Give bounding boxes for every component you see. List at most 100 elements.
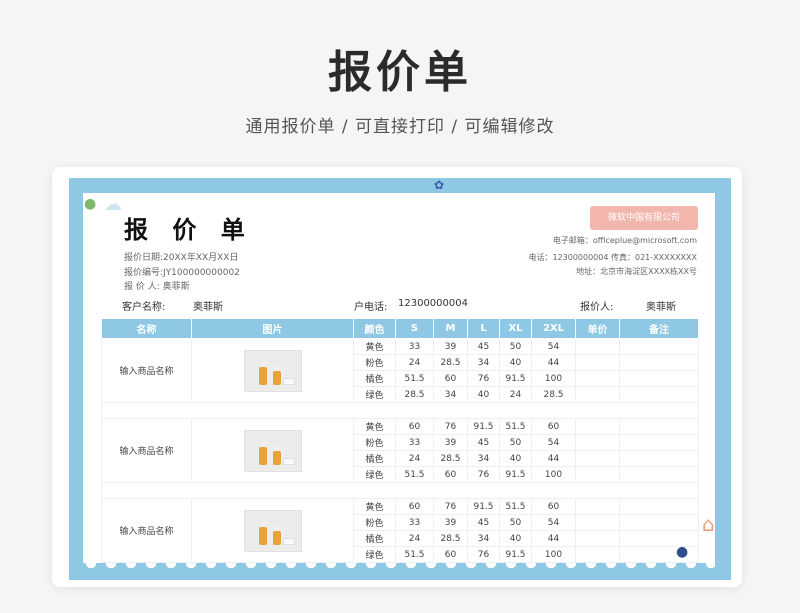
quote-person: 报 价 人: 奥菲斯 — [124, 282, 190, 292]
color-cell: 橘色 — [353, 450, 396, 467]
size-value-cell: 34 — [467, 450, 500, 467]
product-image — [243, 509, 302, 552]
size-value-cell: 51.5 — [395, 370, 434, 387]
phone-info: 电话：12300000004 传真：021-XXXXXXXX — [528, 253, 697, 262]
size-value-cell: 45 — [467, 434, 500, 451]
size-value-cell: 91.5 — [499, 466, 532, 483]
remarks-cell[interactable] — [619, 546, 699, 563]
unit-price-cell[interactable] — [575, 498, 620, 515]
size-value-cell: 28.5 — [433, 354, 468, 371]
header-m: M — [433, 318, 468, 339]
size-value-cell: 28.5 — [395, 386, 434, 403]
size-value-cell: 40 — [499, 450, 532, 467]
unit-price-cell[interactable] — [575, 338, 620, 355]
header-name: 名称 — [101, 318, 192, 339]
table-row: 输入商品名称 黄色 60 76 91.5 51.5 60 — [101, 418, 699, 483]
size-value-cell: 24 — [499, 386, 532, 403]
size-value-cell: 34 — [467, 530, 500, 547]
unit-price-cell[interactable] — [575, 450, 620, 467]
header-image: 图片 — [191, 318, 354, 339]
company-button[interactable]: 微软中国有限公司 — [590, 206, 698, 230]
group-spacer — [101, 482, 699, 499]
unit-price-cell[interactable] — [575, 418, 620, 435]
size-value-cell: 40 — [499, 354, 532, 371]
size-value-cell: 76 — [433, 498, 468, 515]
hero-title: 报价单 — [328, 47, 472, 98]
header-color: 颜色 — [353, 318, 396, 339]
table-row: 输入商品名称 黄色 33 39 45 50 54 — [101, 338, 699, 403]
unit-price-cell[interactable] — [575, 530, 620, 547]
size-value-cell: 34 — [433, 386, 468, 403]
size-value-cell: 39 — [433, 434, 468, 451]
product-name-cell[interactable]: 输入商品名称 — [101, 418, 192, 483]
quoter-label: 报价人: — [580, 302, 614, 313]
quote-table: 名称 图片 颜色 S M L XL 2XL 单价 备注 输入商品名称 黄色 33 39… — [101, 318, 699, 563]
header-unit-price: 单价 — [575, 318, 620, 339]
size-value-cell: 33 — [395, 338, 434, 355]
unit-price-cell[interactable] — [575, 466, 620, 483]
table-header-row: 名称 图片 颜色 S M L XL 2XL 单价 备注 — [101, 318, 699, 339]
size-value-cell: 60 — [395, 418, 434, 435]
remarks-cell[interactable] — [619, 450, 699, 467]
remarks-cell[interactable] — [619, 370, 699, 387]
cloud-icon: ☁ — [104, 194, 122, 215]
hero-subtitle: 通用报价单 / 可直接打印 / 可编辑修改 — [245, 117, 555, 137]
remarks-cell[interactable] — [619, 434, 699, 451]
size-value-cell: 60 — [395, 498, 434, 515]
header-l: L — [467, 318, 500, 339]
size-value-cell: 40 — [499, 530, 532, 547]
size-value-cell: 100 — [531, 370, 576, 387]
unit-price-cell[interactable] — [575, 386, 620, 403]
product-image — [243, 429, 302, 472]
size-value-cell: 76 — [433, 418, 468, 435]
color-cell: 绿色 — [353, 466, 396, 483]
product-image — [243, 349, 302, 392]
color-cell: 黄色 — [353, 498, 396, 515]
unit-price-cell[interactable] — [575, 546, 620, 563]
unit-price-cell[interactable] — [575, 370, 620, 387]
size-value-cell: 54 — [531, 434, 576, 451]
group-spacer — [101, 402, 699, 419]
size-value-cell: 91.5 — [467, 498, 500, 515]
size-value-cell: 50 — [499, 434, 532, 451]
document-title: 报 价 单 — [124, 216, 253, 244]
color-cell: 橘色 — [353, 530, 396, 547]
size-value-cell: 34 — [467, 354, 500, 371]
product-image-cell — [191, 498, 354, 563]
size-value-cell: 45 — [467, 338, 500, 355]
remarks-cell[interactable] — [619, 530, 699, 547]
size-value-cell: 76 — [467, 370, 500, 387]
unit-price-cell[interactable] — [575, 354, 620, 371]
remarks-cell[interactable] — [619, 514, 699, 531]
remarks-cell[interactable] — [619, 386, 699, 403]
color-cell: 黄色 — [353, 338, 396, 355]
remarks-cell[interactable] — [619, 466, 699, 483]
product-name-cell[interactable]: 输入商品名称 — [101, 338, 192, 403]
remarks-cell[interactable] — [619, 354, 699, 371]
product-name-cell[interactable]: 输入商品名称 — [101, 498, 192, 563]
size-value-cell: 100 — [531, 466, 576, 483]
size-value-cell: 91.5 — [467, 418, 500, 435]
color-cell: 粉色 — [353, 514, 396, 531]
remarks-cell[interactable] — [619, 338, 699, 355]
email-info: 电子邮箱：officeplue@microsoft.com — [552, 236, 697, 245]
remarks-cell[interactable] — [619, 418, 699, 435]
leaf-icon: ✿ — [434, 178, 445, 192]
product-image-cell — [191, 418, 354, 483]
size-value-cell: 76 — [467, 546, 500, 563]
header-s: S — [395, 318, 434, 339]
size-value-cell: 24 — [395, 354, 434, 371]
size-value-cell: 76 — [467, 466, 500, 483]
size-value-cell: 45 — [467, 514, 500, 531]
size-value-cell: 60 — [433, 546, 468, 563]
size-value-cell: 24 — [395, 450, 434, 467]
table-body: 输入商品名称 黄色 33 39 45 50 54 粉色 24 28.5 34 40 44 橘色 51.5 60… — [101, 338, 699, 563]
unit-price-cell[interactable] — [575, 514, 620, 531]
size-value-cell: 91.5 — [499, 370, 532, 387]
size-value-cell: 54 — [531, 338, 576, 355]
remarks-cell[interactable] — [619, 498, 699, 515]
unit-price-cell[interactable] — [575, 434, 620, 451]
size-value-cell: 39 — [433, 514, 468, 531]
size-value-cell: 60 — [433, 370, 468, 387]
size-value-cell: 51.5 — [395, 466, 434, 483]
